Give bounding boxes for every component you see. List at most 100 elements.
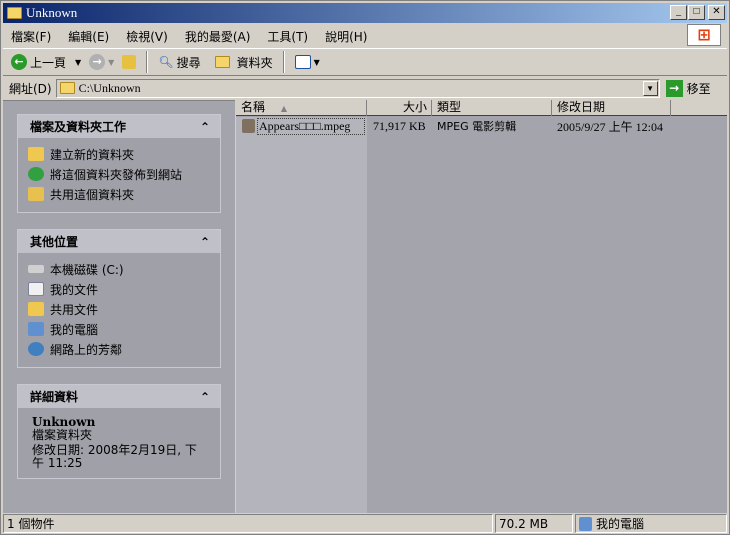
chevron-down-icon: ▼ xyxy=(313,57,320,67)
go-button[interactable]: → 移至 xyxy=(665,79,711,97)
computer-icon xyxy=(28,322,44,336)
folders-button[interactable]: 資料夾 xyxy=(213,54,275,71)
separator xyxy=(282,51,285,73)
file-size: 71,917 KB xyxy=(373,118,426,133)
menu-bar: 檔案(F) 編輯(E) 檢視(V) 我的最愛(A) 工具(T) 說明(H) xyxy=(3,25,693,47)
task-new-folder[interactable]: 建立新的資料夾 xyxy=(28,144,220,164)
folder-icon xyxy=(7,7,22,19)
details-type: 檔案資料夾 xyxy=(32,428,93,442)
panel-header[interactable]: 檔案及資料夾工作 ⌃ xyxy=(18,115,220,138)
panel-header[interactable]: 詳細資料 ⌃ xyxy=(18,385,220,408)
computer-icon xyxy=(579,516,592,531)
file-tasks-panel: 檔案及資料夾工作 ⌃ 建立新的資料夾 將這個資料夾發佈到網站 共用這個資料夾 xyxy=(17,114,221,213)
status-bar: 1 個物件 70.2 MB 我的電腦 xyxy=(3,514,727,534)
panel-title: 其他位置 xyxy=(30,235,79,249)
column-headers: 名稱 ▲ 大小 類型 修改日期 xyxy=(236,100,727,116)
publish-web-icon xyxy=(28,167,44,181)
chevron-down-icon[interactable]: ▼ xyxy=(75,58,81,67)
menu-file[interactable]: 檔案(F) xyxy=(11,28,51,45)
forward-arrow-icon: → xyxy=(89,54,106,70)
status-count: 1 個物件 xyxy=(3,514,493,533)
up-folder-icon xyxy=(122,55,137,69)
collapse-icon[interactable]: ⌃ xyxy=(200,120,210,134)
back-label: 上一頁 xyxy=(30,55,67,70)
search-label: 搜尋 xyxy=(176,55,201,70)
place-local-disk[interactable]: 本機磁碟 (C:) xyxy=(28,259,220,279)
views-icon xyxy=(294,55,311,69)
column-label: 類型 xyxy=(437,100,462,114)
views-button[interactable]: ▼ xyxy=(293,55,322,69)
toolbar: ← 上一頁 ▼ → ▼ 🔍︎ 搜尋 資料夾 ▼ xyxy=(3,48,727,76)
place-my-documents[interactable]: 我的文件 xyxy=(28,279,220,299)
go-arrow-icon: → xyxy=(665,79,683,97)
network-icon xyxy=(28,342,44,356)
status-location-label: 我的電腦 xyxy=(596,517,645,531)
go-label: 移至 xyxy=(686,81,711,96)
new-folder-icon xyxy=(28,147,44,161)
chevron-down-icon[interactable]: ▼ xyxy=(108,58,114,67)
place-my-computer[interactable]: 我的電腦 xyxy=(28,319,220,339)
search-button[interactable]: 🔍︎ 搜尋 xyxy=(156,54,202,71)
menu-favorites[interactable]: 我的最愛(A) xyxy=(185,28,251,45)
folder-icon xyxy=(59,82,75,94)
title-bar[interactable]: Unknown _ □ ✕ xyxy=(3,3,727,23)
details-panel: 詳細資料 ⌃ Unknown 檔案資料夾 修改日期: 2008年2月19日, 下午… xyxy=(17,384,221,479)
panel-title: 詳細資料 xyxy=(30,390,79,404)
window-title: Unknown xyxy=(26,5,78,20)
separator xyxy=(146,51,149,73)
place-label: 網路上的芳鄰 xyxy=(50,342,123,357)
file-row[interactable]: Appears□□□.mpeg 71,917 KB MPEG 電影剪輯 2005… xyxy=(236,117,663,135)
folders-label: 資料夾 xyxy=(236,55,273,70)
address-value: C:\Unknown xyxy=(78,80,141,95)
task-label: 共用這個資料夾 xyxy=(50,187,135,202)
drive-icon xyxy=(28,265,44,273)
place-label: 我的文件 xyxy=(50,282,99,297)
windows-logo-icon: ⊞ xyxy=(687,24,721,46)
menu-help[interactable]: 說明(H) xyxy=(325,28,367,45)
column-modified[interactable]: 修改日期 xyxy=(552,100,671,116)
status-location: 我的電腦 xyxy=(575,514,727,533)
up-folder-button[interactable] xyxy=(120,55,138,69)
forward-button[interactable]: → ▼ xyxy=(87,54,116,70)
menu-view[interactable]: 檢視(V) xyxy=(126,28,168,45)
file-list: 名稱 ▲ 大小 類型 修改日期 Appears□□□.mpeg 71,917 K… xyxy=(236,100,727,513)
task-share-folder[interactable]: 共用這個資料夾 xyxy=(28,184,220,204)
maximize-button[interactable]: □ xyxy=(688,5,705,20)
place-network[interactable]: 網路上的芳鄰 xyxy=(28,339,220,359)
file-modified: 2005/9/27 上午 12:04 xyxy=(557,119,664,134)
address-input[interactable]: C:\Unknown ▼ xyxy=(55,78,660,98)
place-label: 本機磁碟 (C:) xyxy=(50,262,124,277)
share-folder-icon xyxy=(28,187,44,201)
column-size[interactable]: 大小 xyxy=(367,100,432,116)
file-name: Appears□□□.mpeg xyxy=(257,117,365,135)
close-button[interactable]: ✕ xyxy=(708,5,725,20)
sort-ascending-icon: ▲ xyxy=(280,104,287,113)
task-pane: 檔案及資料夾工作 ⌃ 建立新的資料夾 將這個資料夾發佈到網站 共用這個資料夾 其他… xyxy=(3,100,235,513)
column-name[interactable]: 名稱 ▲ xyxy=(236,100,367,116)
collapse-icon[interactable]: ⌃ xyxy=(200,235,210,249)
address-dropdown-button[interactable]: ▼ xyxy=(642,80,658,96)
collapse-icon[interactable]: ⌃ xyxy=(200,390,210,404)
video-file-icon xyxy=(242,119,255,133)
panel-header[interactable]: 其他位置 ⌃ xyxy=(18,230,220,253)
column-type[interactable]: 類型 xyxy=(432,100,552,116)
task-label: 將這個資料夾發佈到網站 xyxy=(50,167,183,182)
documents-icon xyxy=(28,282,44,296)
task-publish-web[interactable]: 將這個資料夾發佈到網站 xyxy=(28,164,220,184)
place-shared-documents[interactable]: 共用文件 xyxy=(28,299,220,319)
folder-icon xyxy=(214,56,230,68)
sorted-column-highlight xyxy=(236,117,367,513)
back-button[interactable]: ← 上一頁 ▼ xyxy=(9,54,83,71)
place-label: 共用文件 xyxy=(50,302,99,317)
menu-tools[interactable]: 工具(T) xyxy=(267,28,308,45)
column-label: 名稱 xyxy=(241,100,266,114)
task-label: 建立新的資料夾 xyxy=(50,147,135,162)
other-places-panel: 其他位置 ⌃ 本機磁碟 (C:) 我的文件 共用文件 我的電腦 網路上的芳鄰 xyxy=(17,229,221,368)
menu-edit[interactable]: 編輯(E) xyxy=(68,28,109,45)
column-label: 大小 xyxy=(402,100,427,114)
address-label: 網址(D) xyxy=(9,81,52,96)
address-bar: 網址(D) C:\Unknown ▼ → 移至 xyxy=(3,77,727,99)
status-size: 70.2 MB xyxy=(495,514,573,533)
panel-title: 檔案及資料夾工作 xyxy=(30,120,127,134)
minimize-button[interactable]: _ xyxy=(670,5,687,20)
